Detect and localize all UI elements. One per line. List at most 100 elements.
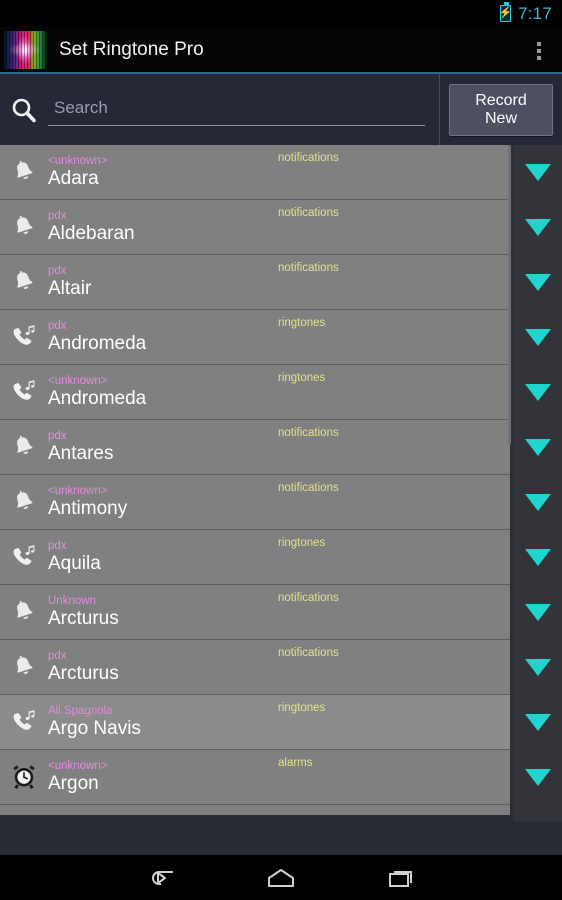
notification-bell-icon xyxy=(2,255,46,310)
row-category: notifications xyxy=(278,482,339,494)
chevron-down-glyph xyxy=(524,384,551,401)
back-icon[interactable] xyxy=(101,855,221,900)
row-category: notifications xyxy=(278,427,339,439)
chevron-down-glyph xyxy=(524,714,551,731)
row-category: ringtones xyxy=(278,317,326,329)
chevron-down-glyph xyxy=(524,769,551,786)
chevron-down-glyph xyxy=(524,274,551,291)
chevron-down-icon[interactable] xyxy=(513,420,562,475)
battery-charging-icon: ⚡ xyxy=(498,2,513,22)
chevron-down-icon[interactable] xyxy=(513,255,562,310)
home-icon[interactable] xyxy=(221,855,341,900)
scrollbar-thumb[interactable] xyxy=(508,145,511,445)
chevron-down-icon[interactable] xyxy=(513,695,562,750)
ringtone-phone-icon xyxy=(2,310,46,365)
list-scrollbar[interactable] xyxy=(508,145,511,815)
notification-bell-icon xyxy=(2,200,46,255)
battery-bolt-glyph: ⚡ xyxy=(498,7,513,19)
overflow-dot xyxy=(537,55,541,60)
search-input[interactable] xyxy=(48,93,425,126)
notification-bell-icon xyxy=(2,145,46,200)
row-title: Aquila xyxy=(48,552,101,574)
phone-screen: ⚡ 7:17 Set Ringtone Pro Record New xyxy=(0,0,562,900)
table-row[interactable]: pdx Andromeda ringtones xyxy=(0,310,510,365)
ringtone-phone-icon xyxy=(2,365,46,420)
search-bar: Record New xyxy=(0,74,562,145)
chevron-down-icon[interactable] xyxy=(513,365,562,420)
record-new-button[interactable]: Record New xyxy=(449,83,553,136)
bottom-filler xyxy=(0,815,562,855)
row-title: Adara xyxy=(48,167,99,189)
app-logo-waveform-icon xyxy=(3,30,47,69)
chevron-down-glyph xyxy=(524,494,551,511)
chevron-down-glyph xyxy=(524,549,551,566)
row-title: Andromeda xyxy=(48,387,147,409)
app-bar: Set Ringtone Pro xyxy=(0,27,562,74)
row-category: ringtones xyxy=(278,372,326,384)
notification-bell-icon xyxy=(2,475,46,530)
row-title: Andromeda xyxy=(48,332,147,354)
table-row[interactable]: <unknown> Andromeda ringtones xyxy=(0,365,510,420)
expand-arrow-column xyxy=(513,145,562,815)
row-title: Altair xyxy=(48,277,92,299)
row-category: ringtones xyxy=(278,537,326,549)
row-category: alarms xyxy=(278,757,313,769)
row-title: Arcturus xyxy=(48,662,119,684)
row-title: Antares xyxy=(48,442,114,464)
recents-icon[interactable] xyxy=(341,855,461,900)
chevron-down-icon[interactable] xyxy=(513,640,562,695)
table-row[interactable]: <unknown> Antimony notifications xyxy=(0,475,510,530)
chevron-down-icon[interactable] xyxy=(513,585,562,640)
notification-bell-icon xyxy=(2,640,46,695)
android-nav-bar xyxy=(0,855,562,900)
alarm-clock-icon xyxy=(2,750,46,805)
table-row[interactable]: Ali Spagnola Argo Navis ringtones xyxy=(0,695,510,750)
table-row[interactable]: pdx Arcturus notifications xyxy=(0,640,510,695)
record-new-label: Record New xyxy=(475,91,527,127)
overflow-dot xyxy=(537,48,541,53)
table-row[interactable]: <unknown> Adara notifications xyxy=(0,145,510,200)
ringtone-phone-icon xyxy=(2,695,46,750)
table-row[interactable]: pdx Altair notifications xyxy=(0,255,510,310)
row-category: notifications xyxy=(278,207,339,219)
table-row[interactable]: pdx Aquila ringtones xyxy=(0,530,510,585)
overflow-dot xyxy=(537,41,541,46)
chevron-down-icon[interactable] xyxy=(513,145,562,200)
table-row[interactable]: <unknown> Argon alarms xyxy=(0,750,510,805)
overflow-menu-icon[interactable] xyxy=(516,27,562,74)
arrow-column-stub xyxy=(513,815,562,821)
ringtone-phone-icon xyxy=(2,530,46,585)
row-title: Antimony xyxy=(48,497,128,519)
chevron-down-glyph xyxy=(524,604,551,621)
table-row[interactable]: pdx Aldebaran notifications xyxy=(0,200,510,255)
chevron-down-icon[interactable] xyxy=(513,310,562,365)
chevron-down-glyph xyxy=(524,439,551,456)
row-category: ringtones xyxy=(278,702,326,714)
row-title: Aldebaran xyxy=(48,222,135,244)
ringtone-list: <unknown> Adara notifications pdx Aldebaran n… xyxy=(0,145,510,815)
search-divider xyxy=(439,74,440,145)
chevron-down-glyph xyxy=(524,219,551,236)
row-category: notifications xyxy=(278,152,339,164)
chevron-down-icon[interactable] xyxy=(513,750,562,805)
row-title: Argon xyxy=(48,772,99,794)
status-bar: ⚡ 7:17 xyxy=(0,0,562,27)
ringtone-list-area: <unknown> Adara notifications pdx Aldebaran n… xyxy=(0,145,562,815)
chevron-down-icon[interactable] xyxy=(513,530,562,585)
search-icon[interactable] xyxy=(0,74,48,145)
table-row[interactable]: pdx Antares notifications xyxy=(0,420,510,475)
row-title: Arcturus xyxy=(48,607,119,629)
row-title: Argo Navis xyxy=(48,717,141,739)
chevron-down-glyph xyxy=(524,164,551,181)
table-row[interactable]: Unknown Arcturus notifications xyxy=(0,585,510,640)
row-category: notifications xyxy=(278,262,339,274)
notification-bell-icon xyxy=(2,420,46,475)
row-category: notifications xyxy=(278,647,339,659)
chevron-down-icon[interactable] xyxy=(513,475,562,530)
chevron-down-glyph xyxy=(524,329,551,346)
chevron-down-icon[interactable] xyxy=(513,200,562,255)
search-input-wrapper xyxy=(48,93,439,126)
status-bar-clock: 7:17 xyxy=(518,3,552,23)
notification-bell-icon xyxy=(2,585,46,640)
page-title: Set Ringtone Pro xyxy=(59,38,204,60)
